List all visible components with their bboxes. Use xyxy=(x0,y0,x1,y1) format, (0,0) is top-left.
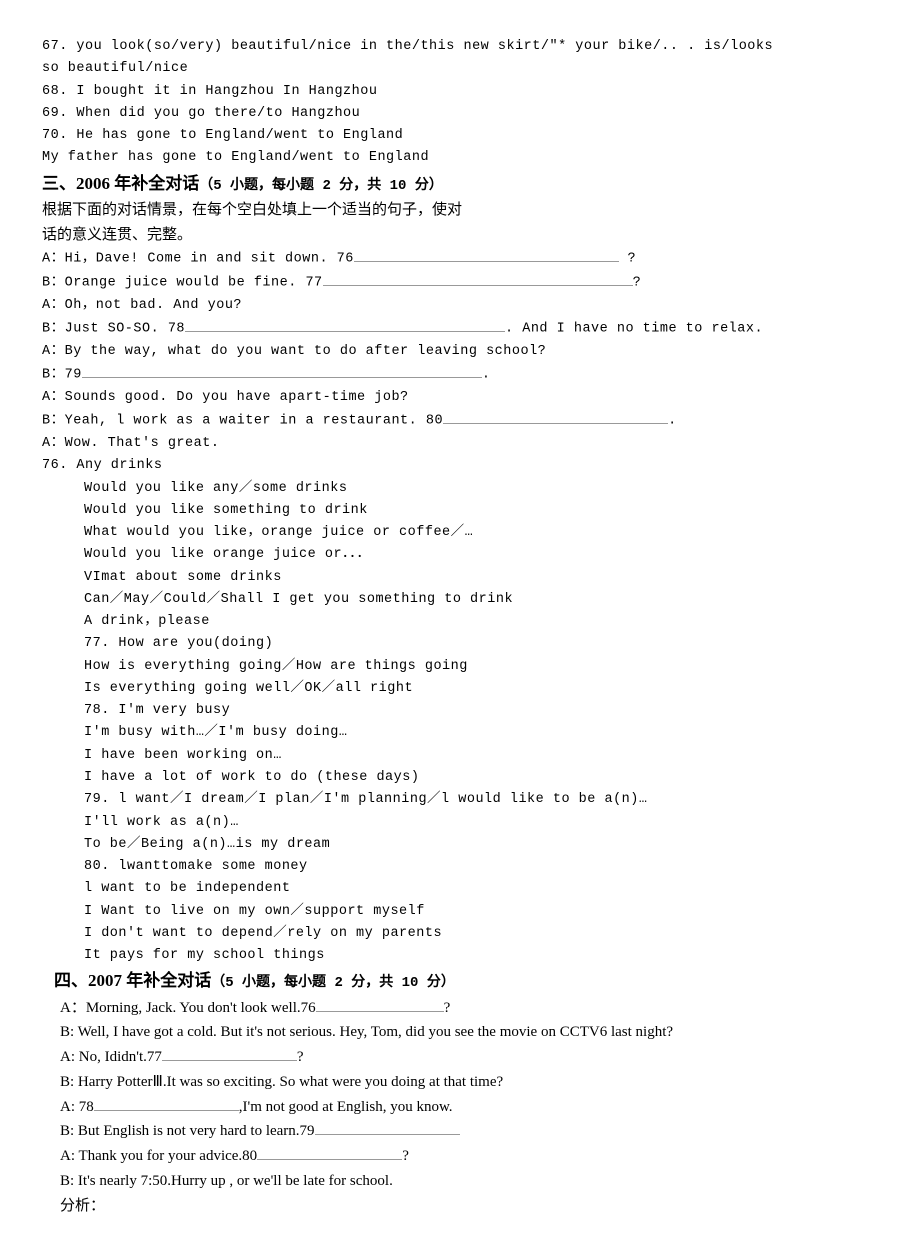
dialogue4-line-a1: A：Morning, Jack. You don't look well.76? xyxy=(60,996,868,1021)
answer-67-line1: 67. you look(so/very) beautiful/nice in … xyxy=(42,36,868,58)
blank-79 xyxy=(82,363,482,378)
answer-80-head: 80. lwanttomake some money xyxy=(42,856,868,878)
answer-78-opt2: I have been working on… xyxy=(42,745,868,767)
section-3-intro-line1: 根据下面的对话情景，在每个空白处填上一个适当的句子，使对 xyxy=(42,198,868,223)
section-4-subtitle: （5 小题，每小题 2 分，共 10 分） xyxy=(211,975,455,991)
answer-67-line2: so beautiful/nice xyxy=(42,58,868,80)
answer-78-opt3: I have a lot of work to do (these days) xyxy=(42,767,868,789)
answer-77-opt2: Is everything going well／OK／all right xyxy=(42,678,868,700)
answer-76-head: 76. Any drinks xyxy=(42,455,868,477)
section-3-title: 三、2006 年补全对话 xyxy=(42,174,199,193)
section-3-header: 三、2006 年补全对话（5 小题，每小题 2 分，共 10 分） xyxy=(42,170,868,198)
section-4-title: 四、2007 年补全对话 xyxy=(54,971,211,990)
section-3-subtitle: （5 小题，每小题 2 分，共 10 分） xyxy=(199,178,443,194)
dialogue4-line-b4: B: It's nearly 7:50.Hurry up , or we'll … xyxy=(60,1169,868,1194)
dialogue4-line-b1: B: Well, I have got a cold. But it's not… xyxy=(60,1020,868,1045)
dialogue4-line-a4: A: Thank you for your advice.80? xyxy=(60,1144,868,1169)
dialogue4-line-b2: B: Harry PotterⅢ.It was so exciting. So … xyxy=(60,1070,868,1095)
answer-79-opt2: To be／Being a(n)…is my dream xyxy=(42,834,868,856)
answer-76-opt2: Would you like something to drink xyxy=(42,500,868,522)
answer-70-line2: My father has gone to England/went to En… xyxy=(42,147,868,169)
blank-80 xyxy=(443,409,668,424)
dialogue-line-b3: B：79. xyxy=(42,363,868,387)
answer-70-line1: 70. He has gone to England/went to Engla… xyxy=(42,125,868,147)
answer-80-opt4: It pays for my school things xyxy=(42,945,868,967)
answer-76-opt6: Can／May／Could／Shall I get you something … xyxy=(42,589,868,611)
answer-69: 69. When did you go there/to Hangzhou xyxy=(42,103,868,125)
dialogue-line-b1: B：Orange juice would be fine. 77? xyxy=(42,271,868,295)
answer-76-opt4: Would you like orange juice or．．． xyxy=(42,544,868,566)
section-4-header: 四、2007 年补全对话（5 小题，每小题 2 分，共 10 分） xyxy=(42,967,868,995)
answer-80-opt2: I Want to live on my own／support myself xyxy=(42,901,868,923)
dialogue4-line-a2: A: No, Ididn't.77? xyxy=(60,1045,868,1070)
blank4-78 xyxy=(94,1095,239,1111)
dialogue-line-a3: A：By the way, what do you want to do aft… xyxy=(42,341,868,363)
blank-77 xyxy=(323,271,633,286)
dialogue-line-a2: A：Oh，not bad. And you? xyxy=(42,295,868,317)
answer-79-opt1: I'll work as a(n)… xyxy=(42,812,868,834)
answer-76-opt5: VImat about some drinks xyxy=(42,567,868,589)
answer-68: 68. I bought it in Hangzhou In Hangzhou xyxy=(42,81,868,103)
document-page: 67. you look(so/very) beautiful/nice in … xyxy=(42,36,868,1218)
dialogue4-line-a3: A: 78,I'm not good at English, you know. xyxy=(60,1095,868,1120)
blank4-76 xyxy=(316,996,444,1012)
dialogue4-line-b3: B: But English is not very hard to learn… xyxy=(60,1119,868,1144)
blank4-80 xyxy=(257,1144,402,1160)
answer-77-head: 77. How are you(doing) xyxy=(42,633,868,655)
analysis-label: 分析： xyxy=(60,1194,868,1219)
blank-78 xyxy=(185,317,505,332)
dialogue-line-b4: B：Yeah, l work as a waiter in a restaura… xyxy=(42,409,868,433)
dialogue-line-a1: A：Hi，Dave! Come in and sit down. 76 ? xyxy=(42,247,868,271)
dialogue-line-b2: B：Just SO-SO. 78. And I have no time to … xyxy=(42,317,868,341)
dialogue-line-a4: A：Sounds good. Do you have apart-time jo… xyxy=(42,387,868,409)
answer-78-opt1: I'm busy with…／I'm busy doing… xyxy=(42,722,868,744)
answer-76-opt7: A drink，please xyxy=(42,611,868,633)
answer-76-opt1: Would you like any／some drinks xyxy=(42,478,868,500)
answer-80-opt1: l want to be independent xyxy=(42,878,868,900)
section-3-intro-line2: 话的意义连贯、完整。 xyxy=(42,223,868,248)
answer-79-head: 79. l want／I dream／I plan／I'm planning／l… xyxy=(42,789,868,811)
blank4-79 xyxy=(315,1119,460,1135)
answer-80-opt3: I don't want to depend／rely on my parent… xyxy=(42,923,868,945)
answer-77-opt1: How is everything going／How are things g… xyxy=(42,656,868,678)
answer-76-opt3: What would you like，orange juice or coff… xyxy=(42,522,868,544)
blank-76 xyxy=(354,247,619,262)
dialogue-line-a5: A：Wow. That's great. xyxy=(42,433,868,455)
answer-78-head: 78. I'm very busy xyxy=(42,700,868,722)
blank4-77 xyxy=(162,1045,297,1061)
